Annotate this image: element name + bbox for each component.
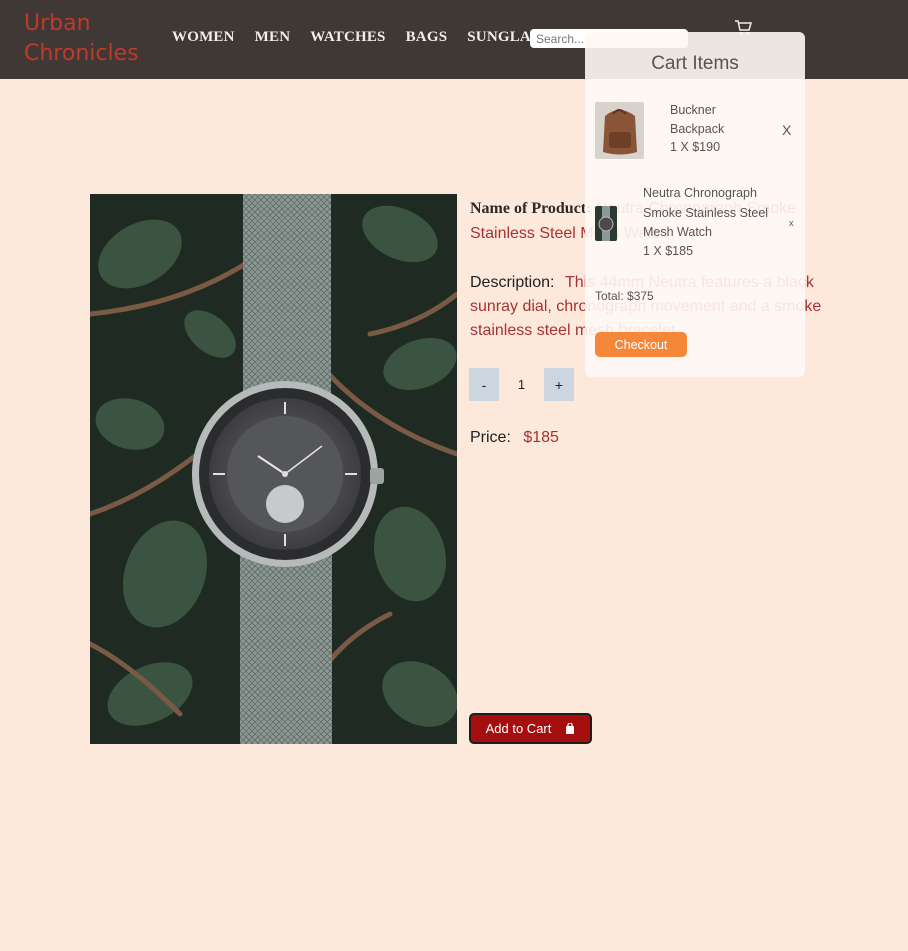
price-label: Price: — [470, 429, 511, 446]
product-name-label: Name of Product: — [470, 200, 592, 217]
nav-item-men[interactable]: MEN — [255, 29, 291, 46]
cart-item-name: Neutra Chronograph Smoke Stainless Steel… — [643, 186, 769, 239]
quantity-stepper: - 1 + — [469, 368, 574, 401]
cart-item-qty-price: 1 X $185 — [643, 244, 694, 258]
cart-item-image-backpack — [595, 102, 644, 159]
checkout-button[interactable]: Checkout — [595, 332, 687, 357]
add-to-cart-label: Add to Cart — [485, 721, 552, 736]
cart-dropdown: Cart Items Buckner Backpack 1 X $190 X N… — [585, 32, 805, 377]
remove-item-button[interactable]: x — [789, 218, 794, 228]
add-to-cart-button[interactable]: Add to Cart — [469, 713, 592, 744]
price-value: $185 — [523, 429, 559, 446]
brand-logo[interactable]: Urban Chronicles — [24, 9, 139, 69]
cart-title: Cart Items — [651, 53, 739, 74]
increase-quantity-button[interactable]: + — [544, 368, 574, 401]
nav-item-watches[interactable]: WATCHES — [310, 29, 385, 46]
price-row: Price: $185 — [470, 429, 559, 447]
decrease-quantity-button[interactable]: - — [469, 368, 499, 401]
cart-item-qty-price: 1 X $190 — [670, 140, 721, 154]
cart-total: Total: $375 — [595, 289, 654, 303]
nav-item-bags[interactable]: BAGS — [406, 29, 448, 46]
brand-line-2: Chronicles — [24, 41, 139, 66]
shopping-bag-icon — [566, 723, 575, 734]
nav-item-women[interactable]: WOMEN — [172, 29, 235, 46]
product-description-label: Description: — [470, 274, 555, 291]
product-image — [90, 194, 457, 744]
cart-item-name: Buckner Backpack — [670, 103, 725, 136]
remove-item-button[interactable]: X — [782, 122, 791, 138]
main-nav: WOMEN MEN WATCHES BAGS SUNGLASSES — [172, 29, 587, 46]
cart-item-image-watch — [595, 206, 617, 241]
brand-line-1: Urban — [24, 11, 91, 36]
quantity-value: 1 — [517, 377, 526, 392]
